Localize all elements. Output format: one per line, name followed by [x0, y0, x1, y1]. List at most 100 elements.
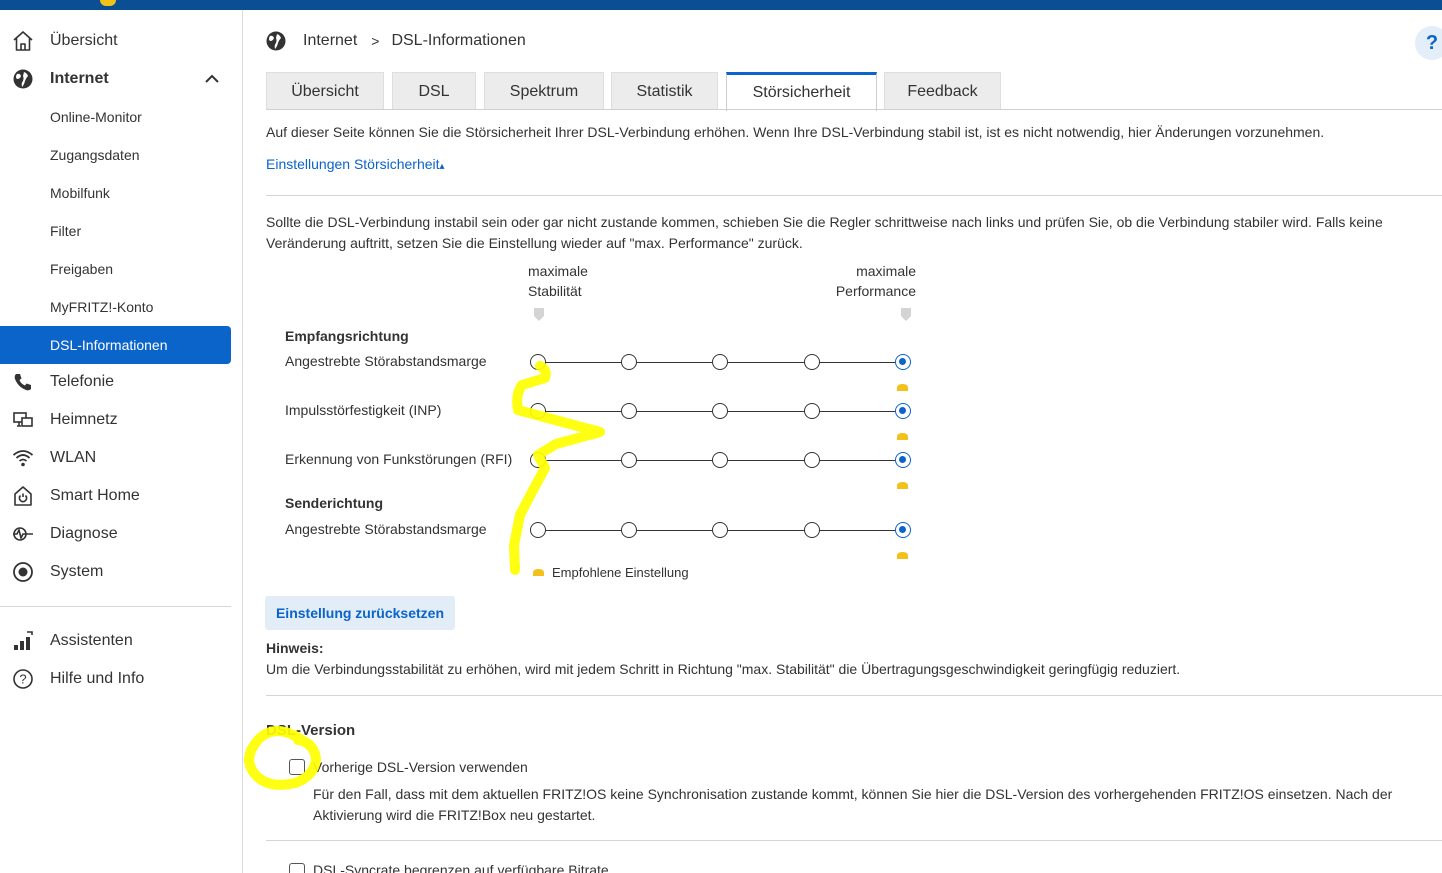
breadcrumb-parent[interactable]: Internet — [303, 32, 357, 50]
sidebar-item-system[interactable]: System — [0, 553, 231, 591]
slider-step-radio[interactable] — [803, 403, 820, 419]
wizard-icon — [11, 629, 35, 653]
slider-step-radio[interactable] — [712, 522, 729, 538]
sidebar-item-diagnose[interactable]: Diagnose — [0, 515, 231, 553]
receive-direction-heading: Empfangsrichtung — [285, 328, 409, 344]
caret-up-icon: ▴ — [439, 161, 445, 172]
tab-uebersicht[interactable]: Übersicht — [266, 72, 384, 110]
help-button[interactable]: ? — [1415, 26, 1442, 60]
previous-dsl-version-description: Für den Fall, dass mit dem aktuellen FRI… — [313, 786, 1393, 823]
divider — [266, 695, 1442, 696]
sidebar-item-label: Online-Monitor — [50, 109, 142, 125]
slider-label: Impulsstörfestigkeit (INP) — [285, 402, 442, 418]
slider-step-radio[interactable] — [621, 403, 638, 419]
dsl-version-title: DSL-Version — [266, 722, 356, 739]
slider-step-radio[interactable] — [621, 354, 638, 370]
logo — [100, 0, 116, 6]
slider-step-radio[interactable] — [894, 403, 911, 419]
sidebar-item-hilfe-und-info[interactable]: ? Hilfe und Info — [0, 660, 231, 698]
slider-step-radio[interactable] — [530, 354, 546, 370]
tab-spektrum[interactable]: Spektrum — [484, 72, 604, 110]
chevron-up-icon[interactable] — [204, 71, 220, 87]
sidebar-item-freigaben[interactable]: Freigaben — [0, 250, 231, 288]
sidebar-item-wlan[interactable]: WLAN — [0, 439, 231, 477]
sidebar-item-label: Zugangsdaten — [50, 147, 140, 163]
tab-dsl[interactable]: DSL — [392, 72, 476, 110]
previous-dsl-version-label[interactable]: Vorherige DSL-Version verwenden — [313, 759, 528, 775]
slider-step-radio[interactable] — [803, 452, 820, 468]
slider-step-radio[interactable] — [712, 452, 729, 468]
previous-dsl-version-checkbox[interactable] — [289, 759, 305, 775]
slider-label: Angestrebte Störabstandsmarge — [285, 521, 487, 537]
settings-link-label: Einstellungen Störsicherheit — [266, 156, 440, 172]
legend-label: Empfohlene Einstellung — [552, 565, 689, 580]
sidebar-item-heimnetz[interactable]: Heimnetz — [0, 401, 231, 439]
sidebar-item-internet[interactable]: Internet — [0, 60, 231, 98]
power-icon — [11, 484, 35, 508]
sidebar-item-label: Internet — [50, 70, 109, 87]
slider-step-radio[interactable] — [803, 522, 820, 538]
slider-step-radio[interactable] — [530, 522, 546, 538]
slider-step-radio[interactable] — [621, 522, 638, 538]
slider-step-radio[interactable] — [530, 452, 546, 468]
scale-marker-icon — [534, 308, 544, 321]
recommended-marker-icon — [897, 482, 909, 489]
slider-step-radio[interactable] — [712, 403, 729, 419]
slider-step-radio[interactable] — [712, 354, 729, 370]
help-icon: ? — [11, 667, 35, 691]
tab-stoersicherheit[interactable]: Störsicherheit — [726, 72, 877, 111]
breadcrumb-current: DSL-Informationen — [391, 32, 526, 49]
sidebar-item-label: Smart Home — [50, 487, 140, 504]
recommended-marker-icon — [533, 569, 544, 576]
limit-syncrate-label[interactable]: DSL-Syncrate begrenzen auf verfügbare Bi… — [313, 862, 609, 873]
sidebar: Übersicht Internet Online-Monitor Zugang… — [0, 10, 243, 873]
sidebar-item-label: Übersicht — [50, 32, 118, 49]
limit-syncrate-checkbox[interactable] — [289, 863, 305, 873]
sidebar-item-label: Assistenten — [50, 632, 133, 649]
scale-marker-icon — [901, 308, 911, 321]
sidebar-item-label: Heimnetz — [50, 411, 118, 428]
slider-step-radio[interactable] — [894, 452, 911, 468]
diagnosis-icon — [11, 522, 35, 546]
sidebar-item-telefonie[interactable]: Telefonie — [0, 363, 231, 401]
sidebar-item-mobilfunk[interactable]: Mobilfunk — [0, 174, 231, 212]
sidebar-item-dsl-informationen[interactable]: DSL-Informationen — [0, 326, 231, 364]
globe-icon — [266, 31, 286, 51]
sidebar-item-uebersicht[interactable]: Übersicht — [0, 22, 231, 60]
divider — [266, 840, 1442, 841]
main-content: Internet > DSL-Informationen ? Übersicht… — [243, 10, 1442, 873]
sidebar-item-label: Telefonie — [50, 373, 115, 390]
slider-step-radio[interactable] — [530, 403, 546, 419]
sidebar-item-label: Hilfe und Info — [50, 670, 145, 687]
sidebar-item-label: WLAN — [50, 449, 97, 466]
sidebar-item-label: System — [50, 563, 104, 580]
recommended-marker-icon — [897, 384, 909, 391]
network-icon — [11, 408, 35, 432]
slider-step-radio[interactable] — [894, 354, 911, 370]
send-direction-heading: Senderichtung — [285, 495, 384, 511]
slider-label: Erkennung von Funkstörungen (RFI) — [285, 451, 513, 467]
tab-statistik[interactable]: Statistik — [611, 72, 718, 110]
sidebar-item-label: Diagnose — [50, 525, 118, 542]
sidebar-item-smart-home[interactable]: Smart Home — [0, 477, 231, 515]
settings-toggle-link[interactable]: Einstellungen Störsicherheit▴ — [266, 156, 445, 172]
sidebar-item-myfritz-konto[interactable]: MyFRITZ!-Konto — [0, 288, 231, 326]
slider-step-radio[interactable] — [894, 522, 911, 538]
breadcrumb-separator: > — [371, 33, 380, 49]
system-icon — [11, 560, 35, 584]
sidebar-item-online-monitor[interactable]: Online-Monitor — [0, 98, 231, 136]
wifi-icon — [11, 446, 35, 470]
top-bar — [0, 0, 1442, 10]
sidebar-item-assistenten[interactable]: Assistenten — [0, 622, 231, 660]
tab-feedback[interactable]: Feedback — [884, 72, 1001, 110]
reset-settings-button[interactable]: Einstellung zurücksetzen — [265, 596, 455, 630]
sidebar-item-zugangsdaten[interactable]: Zugangsdaten — [0, 136, 231, 174]
scale-label-stability: maximale Stabilität — [528, 263, 588, 299]
sidebar-item-label: Mobilfunk — [50, 185, 110, 201]
home-icon — [11, 29, 35, 53]
sidebar-item-label: Freigaben — [50, 261, 114, 277]
sidebar-item-filter[interactable]: Filter — [0, 212, 231, 250]
slider-step-radio[interactable] — [621, 452, 638, 468]
slider-step-radio[interactable] — [803, 354, 820, 370]
sidebar-divider — [0, 606, 231, 607]
